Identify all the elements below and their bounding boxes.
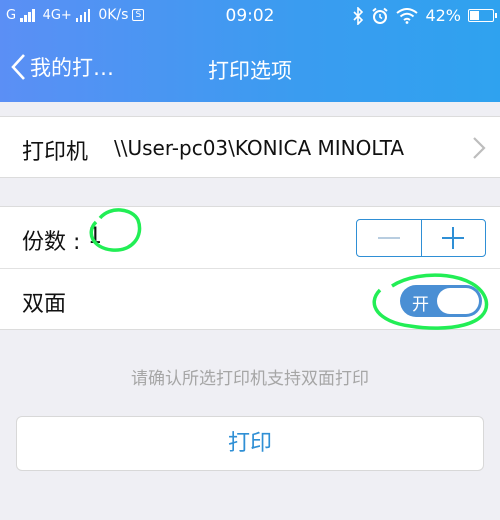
status-bar: G 4G+ 0K/s S 09:02 42% — [0, 0, 500, 32]
duplex-toggle[interactable]: 开 — [400, 285, 482, 317]
printer-name: \\User-pc03\KONICA MINOLTA — [114, 136, 405, 160]
print-button[interactable]: 打印 — [16, 416, 484, 471]
wifi-icon — [396, 7, 419, 24]
page-title: 打印选项 — [208, 59, 292, 83]
chevron-right-icon — [473, 137, 486, 159]
toggle-knob — [437, 288, 479, 314]
bluetooth-icon — [353, 6, 364, 25]
minus-icon — [377, 237, 400, 239]
copies-row: 份数 : 1 — [0, 206, 500, 268]
increment-button[interactable] — [422, 220, 486, 256]
nav-bar: 我的打… 打印选项 — [0, 38, 500, 98]
app-header: G 4G+ 0K/s S 09:02 42% 我的打… 打印选项 — [0, 0, 500, 102]
copies-value: 1 — [88, 224, 102, 249]
battery-percent: 42% — [425, 6, 461, 25]
printer-row[interactable]: 打印机 \\User-pc03\KONICA MINOLTA — [0, 116, 500, 178]
duplex-label: 双面 — [22, 292, 67, 317]
copies-stepper — [356, 219, 486, 257]
alarm-icon — [372, 7, 389, 24]
duplex-hint: 请确认所选打印机支持双面打印 — [131, 369, 369, 389]
copies-label: 份数 : — [22, 230, 81, 255]
duplex-row: 双面 开 — [0, 268, 500, 330]
decrement-button[interactable] — [357, 220, 422, 256]
plus-icon — [442, 227, 465, 249]
printer-label: 打印机 — [22, 140, 89, 165]
status-right: 42% — [352, 6, 497, 25]
battery-icon — [468, 9, 497, 22]
toggle-on-text: 开 — [412, 295, 429, 315]
